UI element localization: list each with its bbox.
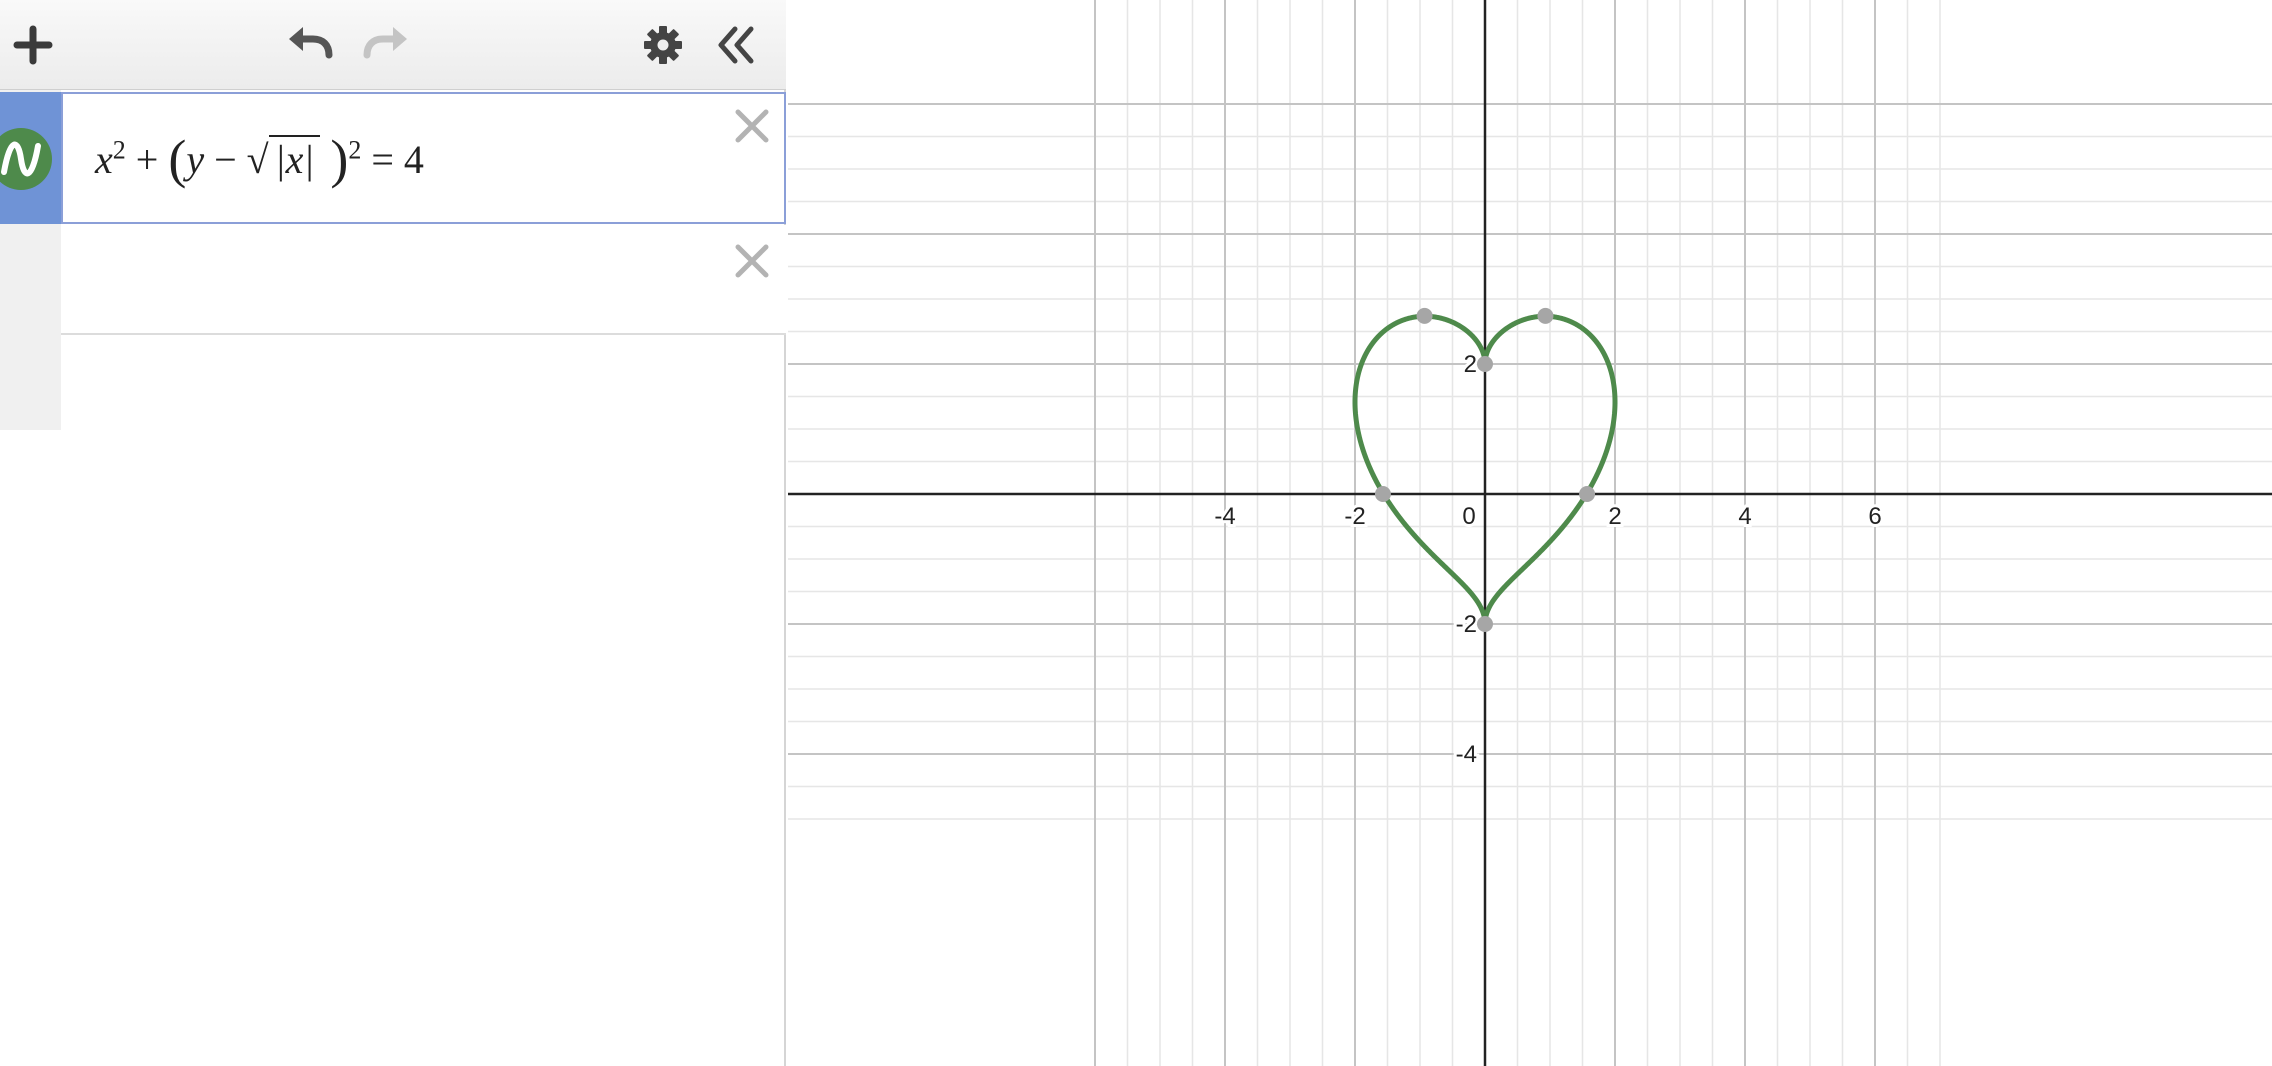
major-gridlines [788, 0, 2272, 1066]
settings-button[interactable] [636, 18, 690, 72]
collapse-list-button[interactable] [710, 18, 764, 72]
point-of-interest [1374, 486, 1391, 502]
toolbar [0, 0, 786, 90]
point-of-interest [1579, 486, 1596, 502]
graph-canvas[interactable]: -4 -2 0 2 4 6 2 -2 -4 [788, 0, 2272, 1066]
undo-icon [289, 27, 333, 59]
x-tick-label: 4 [1738, 503, 1751, 530]
point-of-interest [1416, 307, 1433, 324]
x-tick-label: 6 [1868, 503, 1881, 530]
point-of-interest [1477, 356, 1493, 372]
y-tick-label: -2 [1456, 611, 1477, 638]
x-tick-label: -2 [1344, 503, 1365, 530]
x-tick-label: 2 [1608, 503, 1621, 530]
x-tick-label: -4 [1214, 503, 1235, 530]
minor-gridlines [788, 0, 2272, 1066]
expression-input[interactable]: x2 + (y − √ |x| )2 = 4 [61, 92, 786, 224]
point-of-interest [1477, 616, 1493, 632]
plus-icon [13, 25, 53, 65]
expression-formula: x2 + (y − √ |x| )2 = 4 [95, 129, 424, 189]
redo-icon [363, 27, 407, 59]
expression-input-empty[interactable] [61, 225, 786, 335]
delete-expression-button[interactable] [732, 241, 772, 281]
delete-expression-button[interactable] [732, 106, 772, 146]
y-tick-label: -4 [1456, 741, 1477, 768]
point-of-interest [1537, 307, 1554, 324]
y-tick-label: 2 [1464, 351, 1477, 378]
undo-button[interactable] [282, 18, 336, 72]
axes [788, 0, 2272, 1066]
redo-button[interactable] [360, 18, 414, 72]
double-chevron-left-icon [718, 26, 754, 64]
gear-icon [644, 26, 682, 64]
expression-item-1[interactable]: x2 + (y − √ |x| )2 = 4 [0, 92, 786, 224]
expression-item-2[interactable] [0, 225, 786, 335]
x-tick-label: 0 [1462, 503, 1475, 530]
function-wave-icon[interactable] [0, 128, 52, 190]
expression-list-panel: x2 + (y − √ |x| )2 = 4 [0, 0, 786, 1066]
add-item-button[interactable] [6, 18, 60, 72]
